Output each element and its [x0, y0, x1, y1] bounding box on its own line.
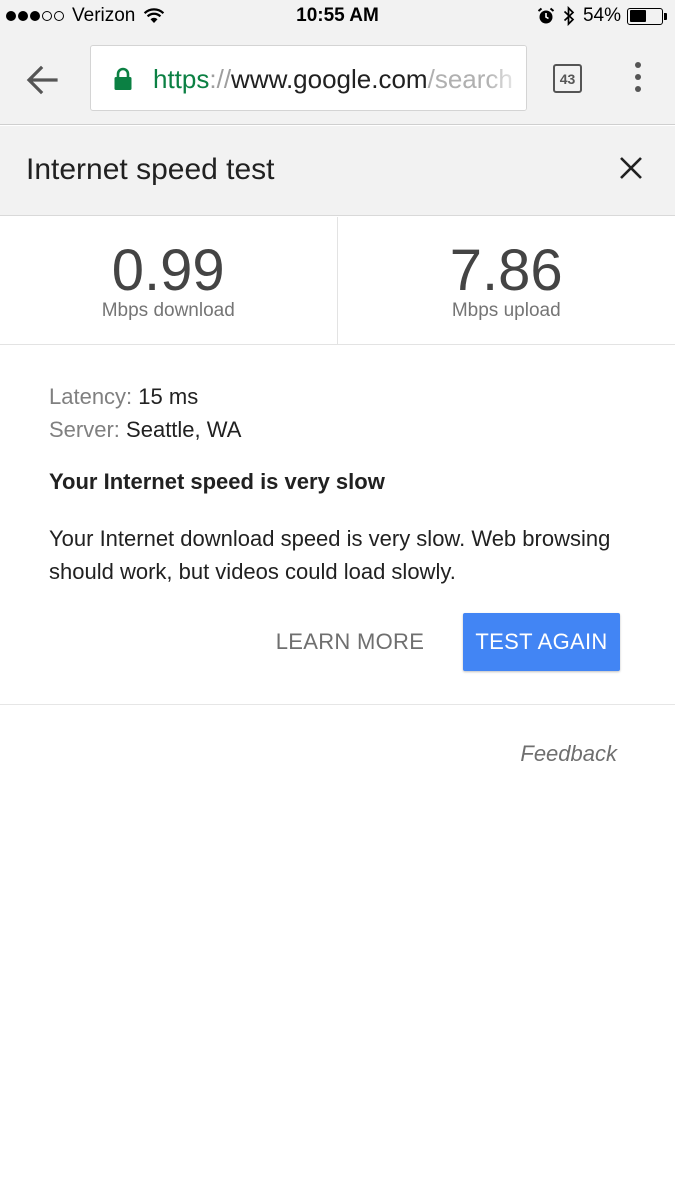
card-title: Internet speed test: [26, 153, 275, 186]
alarm-icon: [537, 7, 555, 24]
upload-speed-unit: Mbps upload: [451, 300, 561, 321]
server-value: Seattle, WA: [126, 417, 242, 442]
latency-value: 15 ms: [138, 384, 199, 409]
server-label: Server:: [49, 417, 120, 442]
card-divider: [0, 704, 675, 705]
speed-description: Your Internet download speed is very slo…: [49, 526, 611, 584]
url-text: https://www.google.com/search: [153, 64, 513, 95]
overflow-menu-icon[interactable]: [628, 62, 648, 96]
battery-level-fill: [629, 10, 647, 22]
status-bar: Verizon 10:55 AM 54%: [0, 0, 675, 34]
browser-toolbar: https://www.google.com/search 43: [0, 34, 675, 125]
latency-label: Latency:: [49, 384, 133, 409]
speed-results: 0.99 Mbps download 7.86 Mbps upload: [0, 217, 675, 345]
speed-verdict: Your Internet speed is very slow: [49, 469, 385, 494]
speed-test-header: Internet speed test: [0, 126, 675, 216]
url-separator: ://: [209, 64, 232, 94]
test-details: Latency: 15 ms Server: Seattle, WA: [49, 380, 639, 446]
learn-more-button[interactable]: LEARN MORE: [262, 613, 438, 671]
battery-icon: [627, 7, 667, 25]
url-scheme: https: [153, 64, 210, 94]
download-speed-unit: Mbps download: [101, 300, 235, 321]
download-result: 0.99 Mbps download: [0, 217, 338, 344]
address-bar[interactable]: https://www.google.com/search: [90, 45, 527, 111]
tab-switcher-button[interactable]: 43: [553, 64, 582, 93]
upload-speed-value: 7.86: [449, 238, 563, 303]
battery-percent: 54%: [582, 5, 621, 26]
url-host: www.google.com: [231, 64, 428, 94]
upload-result: 7.86 Mbps upload: [338, 217, 675, 344]
status-bar-right: 54%: [537, 5, 667, 27]
latency-line: Latency: 15 ms: [49, 380, 639, 413]
server-line: Server: Seattle, WA: [49, 413, 639, 446]
download-speed-value: 0.99: [111, 238, 225, 303]
bluetooth-icon: [563, 6, 575, 26]
test-again-button[interactable]: TEST AGAIN: [463, 613, 620, 671]
feedback-link[interactable]: Feedback: [520, 741, 617, 767]
lock-icon: [114, 67, 132, 90]
back-arrow-icon[interactable]: [22, 60, 62, 100]
close-icon[interactable]: [617, 154, 645, 182]
